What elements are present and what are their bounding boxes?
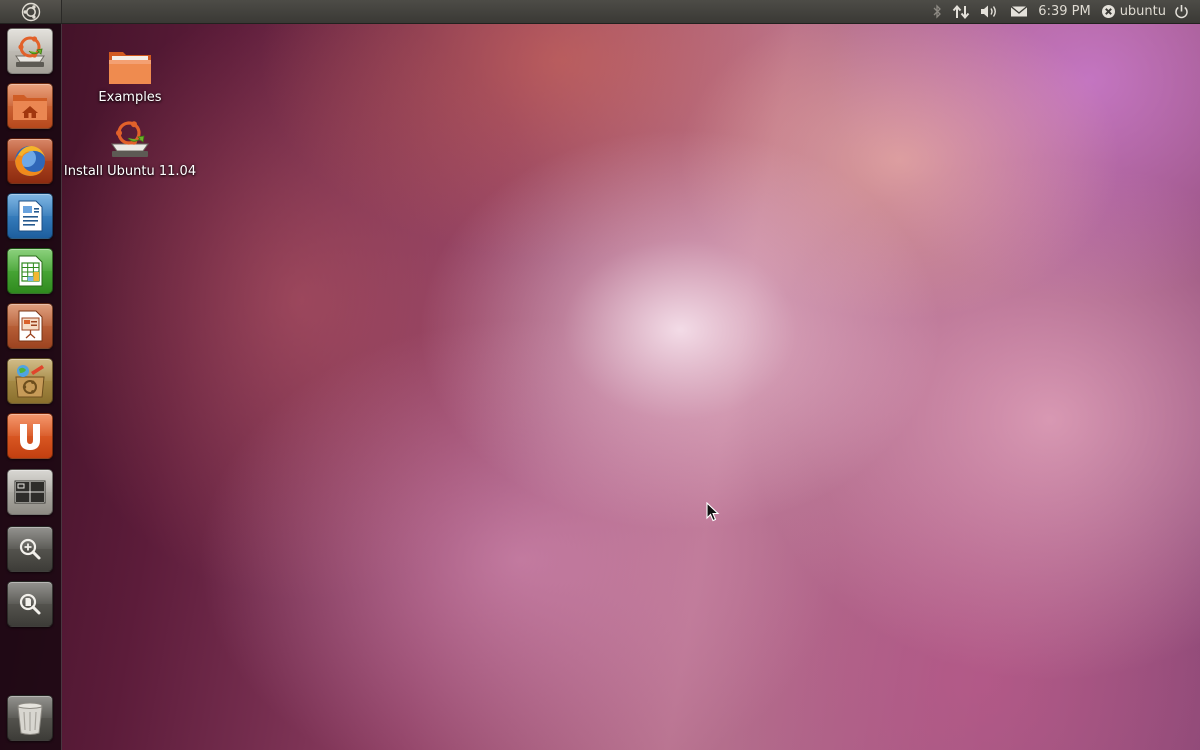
session-user-indicator[interactable]: ubuntu xyxy=(1096,0,1169,23)
power-indicator[interactable] xyxy=(1169,0,1194,23)
mouse-cursor-icon xyxy=(706,502,720,522)
ubuntu-one-icon xyxy=(20,424,40,450)
files-lens-icon xyxy=(19,593,41,615)
mail-icon xyxy=(1010,5,1028,17)
ubuntu-one-launcher[interactable] xyxy=(7,413,53,459)
session-user-icon xyxy=(1101,5,1115,18)
desktop-icon-label: Install Ubuntu 11.04 xyxy=(63,164,197,179)
install-ubuntu-launcher[interactable] xyxy=(7,28,53,74)
messaging-indicator[interactable] xyxy=(1005,0,1033,23)
indicator-area: 6:39 PM ubuntu xyxy=(927,0,1194,23)
files-lens-launcher[interactable] xyxy=(7,581,53,627)
workspaces-icon xyxy=(14,480,46,504)
calc-icon xyxy=(18,255,43,287)
trash-launcher[interactable] xyxy=(7,695,53,741)
desktop-icon-label: Examples xyxy=(98,90,162,105)
folder-icon xyxy=(109,52,151,84)
launcher xyxy=(0,24,62,750)
writer-icon xyxy=(18,200,43,232)
firefox-icon xyxy=(15,146,45,176)
trash-icon xyxy=(17,702,43,735)
software-center-icon xyxy=(15,365,45,398)
clock-label: 6:39 PM xyxy=(1038,4,1091,19)
desktop-icon-examples[interactable]: Examples xyxy=(60,46,200,105)
desktop-icon-install-ubuntu[interactable]: Install Ubuntu 11.04 xyxy=(60,118,200,179)
impress-icon xyxy=(18,310,43,342)
applications-lens-icon xyxy=(19,538,41,560)
writer-launcher[interactable] xyxy=(7,193,53,239)
sound-indicator[interactable] xyxy=(975,0,1005,23)
power-icon xyxy=(1175,5,1188,19)
impress-launcher[interactable] xyxy=(7,303,53,349)
bluetooth-icon xyxy=(933,4,942,19)
workspaces-launcher[interactable] xyxy=(7,469,53,515)
applications-lens-launcher[interactable] xyxy=(7,526,53,572)
user-name-label: ubuntu xyxy=(1119,4,1166,19)
home-folder-launcher[interactable] xyxy=(7,83,53,129)
installer-icon xyxy=(15,36,45,67)
firefox-launcher[interactable] xyxy=(7,138,53,184)
volume-icon xyxy=(981,5,997,18)
desktop-screen: 6:39 PM ubuntu Examples Install Ubuntu 1… xyxy=(0,0,1200,750)
network-icon xyxy=(953,4,970,19)
bluetooth-indicator[interactable] xyxy=(927,0,947,23)
top-panel: 6:39 PM ubuntu xyxy=(0,0,1200,24)
home-folder-icon xyxy=(13,95,47,120)
network-indicator[interactable] xyxy=(947,0,975,23)
ubuntu-logo-icon xyxy=(21,2,40,21)
dash-home-button[interactable] xyxy=(0,0,62,23)
software-center-launcher[interactable] xyxy=(7,358,53,404)
clock-indicator[interactable]: 6:39 PM xyxy=(1033,0,1095,23)
installer-icon xyxy=(111,121,149,157)
calc-launcher[interactable] xyxy=(7,248,53,294)
